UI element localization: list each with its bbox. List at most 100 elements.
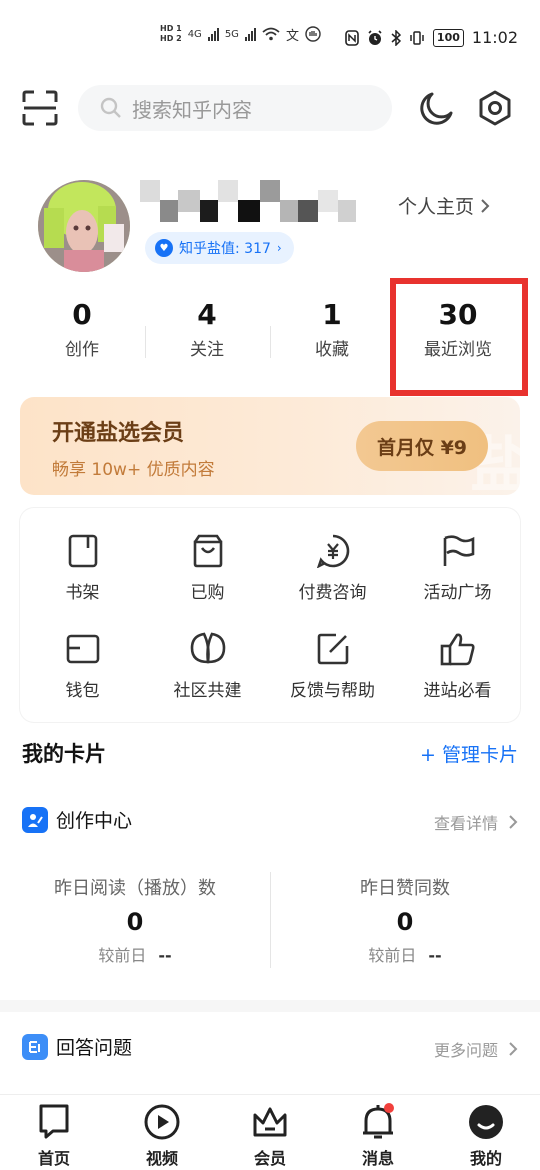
search-placeholder: 搜索知乎内容 [132,97,252,122]
stat-following[interactable]: 4 关注 [145,298,269,360]
tool-community[interactable]: 社区共建 [145,632,270,701]
battery-indicator: 100 [432,28,464,47]
status-left: HD 1 HD 2 4G 5G 文 [160,24,321,44]
tool-wallet[interactable]: 钱包 [20,632,145,701]
tab-label: 视频 [145,1149,178,1168]
metric-upvotes[interactable]: 昨日赞同数 0 较前日 -- [290,874,520,966]
tool-purchased[interactable]: 已购 [145,534,270,603]
creation-center-details-link[interactable]: 查看详情 [434,810,518,834]
tool-label: 社区共建 [173,681,242,701]
tool-paid-consult[interactable]: 付费咨询 [270,534,395,603]
shopping-bag-icon [193,534,222,568]
metric-compare: 较前日 -- [20,942,250,966]
hd-indicator: HD 1 HD 2 [160,24,182,44]
tool-label: 付费咨询 [298,583,367,603]
notification-dot [384,1103,394,1113]
creation-center-title: 创作中心 [56,810,133,832]
tab-membership[interactable]: 会员 [216,1103,324,1169]
edit-icon [317,633,348,665]
answer-header[interactable]: 回答问题 [22,1033,132,1060]
crown-icon [253,1107,287,1137]
stat-creations[interactable]: 0 创作 [20,298,144,360]
divider [270,872,271,968]
vip-subscribe-button[interactable]: 首月仅 ¥9 [356,421,488,471]
bottom-tab-bar: 首页 视频 会员 消息 我的 [0,1094,540,1170]
creation-center-icon [22,806,48,833]
tool-must-see[interactable]: 进站必看 [395,632,520,701]
vibrate-icon [410,30,424,45]
creation-center-header[interactable]: 创作中心 [22,806,132,833]
tool-label: 已购 [190,583,225,603]
compare-label: 较前日 [98,946,147,965]
status-bar: HD 1 HD 2 4G 5G 文 100 11:02 [0,0,540,80]
vip-subtitle: 畅享 10w+ 优质内容 [52,460,215,480]
search-icon [100,97,121,118]
wallet-icon [66,634,99,664]
scan-button[interactable] [22,90,58,126]
yen-chat-icon [316,534,349,568]
metric-label: 昨日赞同数 [360,878,450,899]
metric-reads[interactable]: 昨日阅读（播放）数 0 较前日 -- [20,874,250,966]
leaves-icon [190,632,225,664]
avatar-image [38,180,130,272]
more-questions-link[interactable]: 更多问题 [434,1037,518,1061]
flag-icon [443,535,474,566]
more-label: 更多问题 [433,1041,498,1060]
compare-label: 较前日 [368,946,417,965]
metric-value: 0 [396,908,414,936]
my-cards-title: 我的卡片 [22,742,106,766]
signal-icon [207,27,219,41]
tab-label: 首页 [37,1149,70,1168]
avatar[interactable] [38,180,130,272]
metric-compare: 较前日 -- [290,942,520,966]
tool-label: 活动广场 [423,583,492,603]
play-icon [144,1104,180,1140]
tab-me[interactable]: 我的 [432,1103,540,1169]
stat-value: 4 [197,298,217,331]
chevron-right-icon [509,1042,518,1056]
alarm-icon [368,29,382,45]
highlight-box [390,278,528,396]
manage-cards-button[interactable]: + 管理卡片 [420,740,518,767]
homepage-label: 个人主页 [398,196,475,218]
bookshelf-icon [68,534,97,568]
tool-label: 进站必看 [423,681,492,701]
tool-events[interactable]: 活动广场 [395,534,520,603]
profile-icon [469,1105,503,1139]
tab-video[interactable]: 视频 [108,1103,216,1169]
hd2-label: HD 2 [160,34,182,43]
page-background [0,0,540,1000]
tool-feedback[interactable]: 反馈与帮助 [270,632,395,701]
profile-homepage-link[interactable]: 个人主页 [398,192,490,219]
salt-label: 知乎盐值: 317 [179,241,271,257]
tool-label: 书架 [65,583,100,603]
username-redacted [140,178,400,222]
hand-icon [305,26,321,42]
answer-icon [22,1033,48,1060]
details-label: 查看详情 [433,814,498,833]
bluetooth-icon [391,29,401,46]
settings-button[interactable] [476,89,514,127]
status-right: 100 11:02 [345,28,518,47]
night-mode-button[interactable] [418,89,456,127]
clock: 11:02 [471,28,518,47]
vip-banner[interactable]: 盐 开通盐选会员 畅享 10w+ 优质内容 首月仅 ¥9 [20,397,520,495]
tab-home[interactable]: 首页 [0,1103,108,1169]
vip-title: 开通盐选会员 [52,421,185,446]
stat-label: 收藏 [315,340,349,360]
net2-label: 5G [224,28,239,40]
salt-value-badge[interactable]: ♥ 知乎盐值: 317 › [145,232,294,264]
nfc-icon [345,29,359,46]
tool-bookshelf[interactable]: 书架 [20,534,145,603]
tab-label: 消息 [361,1149,394,1168]
compare-value: -- [428,946,442,965]
search-bar[interactable]: 搜索知乎内容 [78,85,392,131]
stat-value: 0 [72,298,92,331]
tab-messages[interactable]: 消息 [324,1103,432,1169]
stat-value: 1 [322,298,342,331]
tab-label: 我的 [469,1149,502,1168]
tool-label: 反馈与帮助 [290,681,375,701]
signal-icon [244,27,256,41]
tab-label: 会员 [253,1149,286,1168]
stat-favorites[interactable]: 1 收藏 [270,298,394,360]
